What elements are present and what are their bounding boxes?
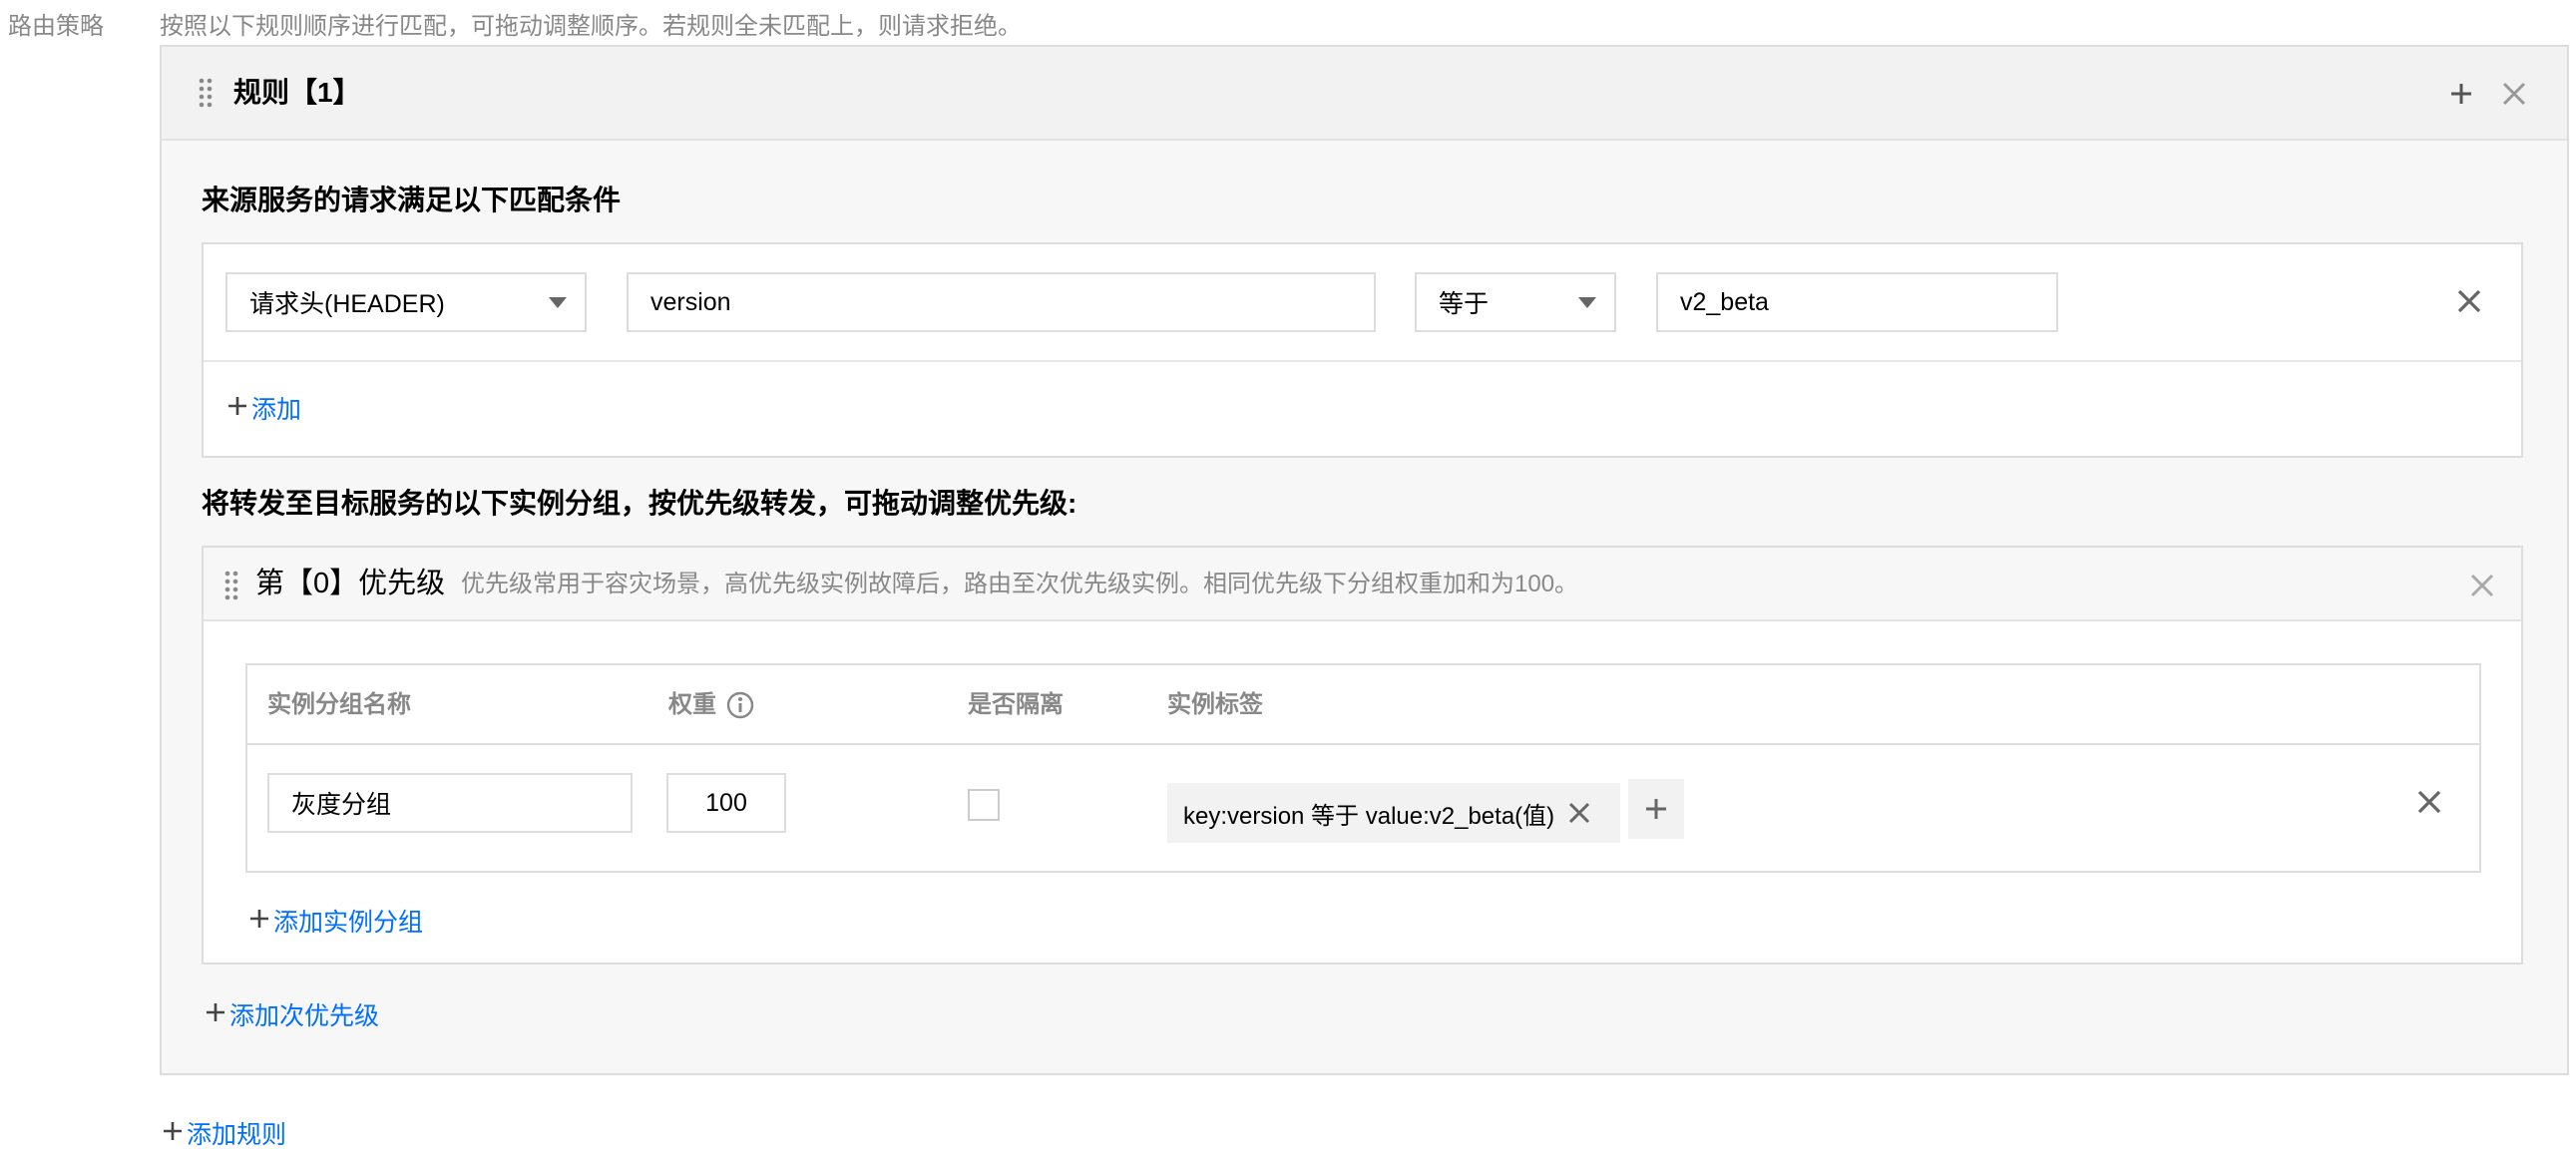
condition-value-value: v2_beta bbox=[1680, 287, 1769, 316]
column-header-name: 实例分组名称 bbox=[267, 691, 411, 718]
isolate-checkbox[interactable] bbox=[968, 789, 1000, 821]
add-group-button[interactable]: 添加实例分组 bbox=[249, 903, 423, 939]
close-icon[interactable] bbox=[2452, 284, 2486, 318]
add-priority-button[interactable]: 添加次优先级 bbox=[206, 996, 379, 1032]
table-header: 实例分组名称 权重 是否隔离 实例标签 bbox=[247, 665, 2479, 745]
condition-operator-select[interactable]: 等于 bbox=[1415, 272, 1616, 332]
add-rule-label: 添加规则 bbox=[187, 1121, 287, 1149]
target-heading: 将转发至目标服务的以下实例分组，按优先级转发，可拖动调整优先级: bbox=[202, 488, 1077, 519]
group-weight-value: 100 bbox=[705, 788, 747, 817]
group-weight-input[interactable]: 100 bbox=[666, 773, 786, 833]
drag-handle-icon[interactable] bbox=[223, 570, 239, 601]
table-row: 灰度分组 100 key:version 等于 value:v2_beta(值) bbox=[247, 747, 2479, 871]
drag-handle-icon[interactable] bbox=[198, 77, 214, 109]
add-condition-label: 添加 bbox=[251, 396, 302, 424]
rule-title: 规则【1】 bbox=[233, 77, 361, 108]
condition-operator-value: 等于 bbox=[1439, 290, 1490, 318]
priority-hint: 优先级常用于容灾场景，高优先级实例故障后，路由至次优先级实例。相同优先级下分组权… bbox=[461, 571, 1579, 597]
priority-title: 第【0】优先级 bbox=[255, 568, 446, 599]
column-header-weight: 权重 bbox=[668, 689, 754, 721]
info-icon[interactable] bbox=[726, 691, 754, 719]
close-icon[interactable] bbox=[2497, 77, 2531, 111]
tag-chip: key:version 等于 value:v2_beta(值) bbox=[1167, 783, 1620, 843]
plus-icon bbox=[206, 1000, 225, 1029]
rule-header: 规则【1】 bbox=[162, 47, 2567, 141]
caret-down-icon bbox=[549, 297, 567, 308]
close-icon[interactable] bbox=[2412, 785, 2446, 819]
add-group-label: 添加实例分组 bbox=[273, 909, 424, 937]
plus-icon bbox=[227, 394, 247, 423]
condition-type-select[interactable]: 请求头(HEADER) bbox=[225, 272, 587, 332]
column-header-isolate: 是否隔离 bbox=[968, 691, 1064, 718]
rule-card: 规则【1】 来源服务的请求满足以下匹配条件 请求头(HEADER) versio… bbox=[160, 45, 2569, 1075]
strategy-label: 路由策略 bbox=[8, 13, 104, 40]
close-icon[interactable] bbox=[2466, 570, 2498, 601]
add-tag-button[interactable] bbox=[1628, 779, 1684, 839]
condition-type-value: 请求头(HEADER) bbox=[249, 290, 445, 318]
priority-box: 第【0】优先级 优先级常用于容灾场景，高优先级实例故障后，路由至次优先级实例。相… bbox=[202, 546, 2523, 965]
plus-icon bbox=[163, 1119, 183, 1148]
column-header-tags: 实例标签 bbox=[1167, 691, 1263, 718]
add-rule-button[interactable]: 添加规则 bbox=[163, 1115, 286, 1151]
add-priority-label: 添加次优先级 bbox=[229, 1002, 380, 1030]
strategy-hint: 按照以下规则顺序进行匹配，可拖动调整顺序。若规则全未匹配上，则请求拒绝。 bbox=[160, 13, 1022, 40]
condition-key-value: version bbox=[650, 287, 731, 316]
condition-key-input[interactable]: version bbox=[627, 272, 1376, 332]
source-heading: 来源服务的请求满足以下匹配条件 bbox=[202, 185, 622, 215]
group-name-input[interactable]: 灰度分组 bbox=[267, 773, 633, 833]
priority-header: 第【0】优先级 优先级常用于容灾场景，高优先级实例故障后，路由至次优先级实例。相… bbox=[204, 548, 2521, 621]
add-condition-button[interactable]: 添加 bbox=[227, 390, 301, 426]
group-name-value: 灰度分组 bbox=[291, 791, 392, 819]
plus-icon bbox=[249, 907, 269, 936]
tag-chip-label: key:version 等于 value:v2_beta(值) bbox=[1183, 802, 1555, 830]
conditions-box: 请求头(HEADER) version 等于 v2_beta 添加 bbox=[202, 242, 2523, 458]
close-icon[interactable] bbox=[1566, 800, 1592, 826]
add-rule-plus-icon[interactable] bbox=[2446, 79, 2476, 109]
groups-table: 实例分组名称 权重 是否隔离 实例标签 灰度分组 100 key:version… bbox=[245, 663, 2481, 873]
condition-value-input[interactable]: v2_beta bbox=[1656, 272, 2058, 332]
caret-down-icon bbox=[1578, 297, 1596, 308]
